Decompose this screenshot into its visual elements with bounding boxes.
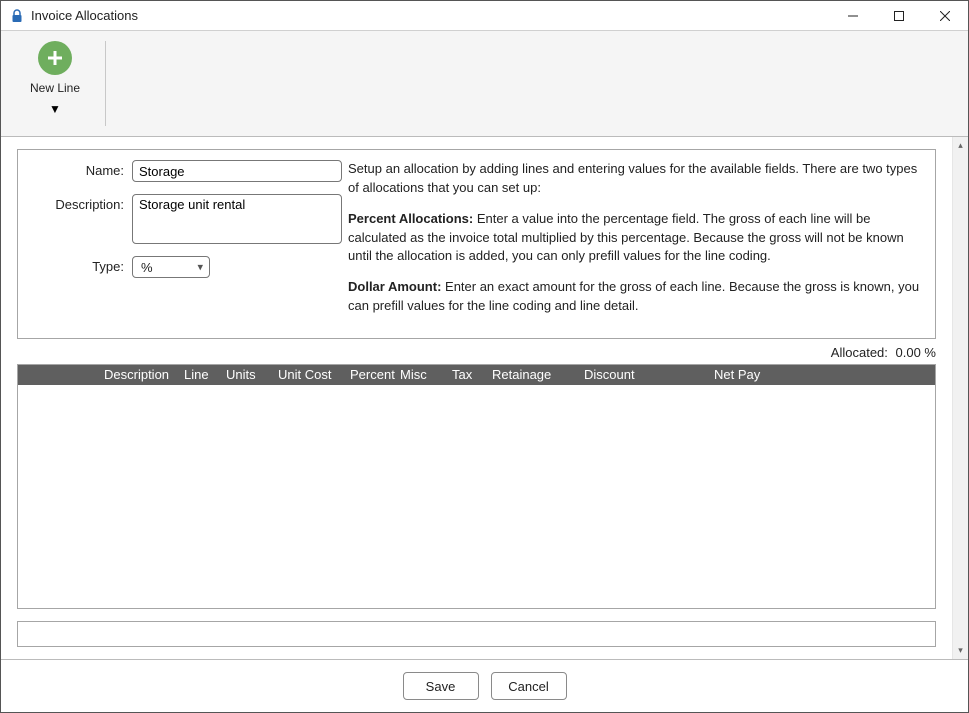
name-label: Name: <box>32 160 132 178</box>
allocation-setup-panel: Name: Description: Type: % ▾ Setup an al… <box>17 149 936 339</box>
type-value: % <box>141 260 153 275</box>
new-line-group: New Line ▼ <box>15 37 95 115</box>
title-bar: Invoice Allocations <box>1 1 968 31</box>
scrollbar-vertical[interactable]: ▴ ▾ <box>952 137 968 659</box>
col-line[interactable]: Line <box>180 367 222 382</box>
col-retainage[interactable]: Retainage <box>488 367 580 382</box>
toolbar: New Line ▼ <box>1 31 968 137</box>
col-description[interactable]: Description <box>100 367 180 382</box>
col-misc[interactable]: Misc <box>396 367 448 382</box>
grid-body[interactable] <box>18 385 935 608</box>
scroll-up-icon[interactable]: ▴ <box>953 137 968 154</box>
help-percent-para: Percent Allocations: Enter a value into … <box>348 210 921 267</box>
footer: Save Cancel <box>1 659 968 712</box>
minimize-button[interactable] <box>830 1 876 31</box>
save-label: Save <box>426 679 456 694</box>
save-button[interactable]: Save <box>403 672 479 700</box>
name-input[interactable] <box>132 160 342 182</box>
scroll-down-icon[interactable]: ▾ <box>953 642 968 659</box>
allocated-value: 0.00 % <box>896 345 936 360</box>
lock-icon <box>9 8 25 24</box>
type-label: Type: <box>32 256 132 274</box>
allocation-grid: Description Line Units Unit Cost Percent… <box>17 364 936 609</box>
col-tax[interactable]: Tax <box>448 367 488 382</box>
new-line-button[interactable]: New Line <box>30 37 80 95</box>
chevron-down-icon: ▾ <box>197 261 203 274</box>
col-percent[interactable]: Percent <box>346 367 396 382</box>
col-net-pay[interactable]: Net Pay <box>710 367 935 382</box>
form-column: Name: Description: Type: % ▾ <box>32 160 342 328</box>
grid-header-row: Description Line Units Unit Cost Percent… <box>18 365 935 385</box>
help-intro: Setup an allocation by adding lines and … <box>348 160 921 198</box>
new-line-label: New Line <box>30 81 80 95</box>
cancel-button[interactable]: Cancel <box>491 672 567 700</box>
maximize-button[interactable] <box>876 1 922 31</box>
toolbar-separator <box>105 41 106 126</box>
body-area: Name: Description: Type: % ▾ Setup an al… <box>1 137 968 659</box>
help-dollar-title: Dollar Amount: <box>348 279 441 294</box>
window-root: Invoice Allocations New Line ▼ <box>0 0 969 713</box>
col-discount[interactable]: Discount <box>580 367 710 382</box>
close-button[interactable] <box>922 1 968 31</box>
help-dollar-para: Dollar Amount: Enter an exact amount for… <box>348 278 921 316</box>
name-row: Name: <box>32 160 342 182</box>
cancel-label: Cancel <box>508 679 548 694</box>
help-text: Setup an allocation by adding lines and … <box>342 160 921 328</box>
allocated-status: Allocated: 0.00 % <box>17 345 936 360</box>
help-percent-title: Percent Allocations: <box>348 211 473 226</box>
description-label: Description: <box>32 194 132 212</box>
description-input[interactable] <box>132 194 342 244</box>
col-units[interactable]: Units <box>222 367 274 382</box>
description-row: Description: <box>32 194 342 244</box>
allocated-label: Allocated: <box>831 345 888 360</box>
type-row: Type: % ▾ <box>32 256 342 278</box>
dropdown-arrow-icon[interactable]: ▼ <box>49 103 61 115</box>
window-title: Invoice Allocations <box>31 8 138 23</box>
type-select[interactable]: % ▾ <box>132 256 210 278</box>
plus-icon <box>38 41 72 75</box>
status-strip <box>17 621 936 647</box>
col-unit-cost[interactable]: Unit Cost <box>274 367 346 382</box>
